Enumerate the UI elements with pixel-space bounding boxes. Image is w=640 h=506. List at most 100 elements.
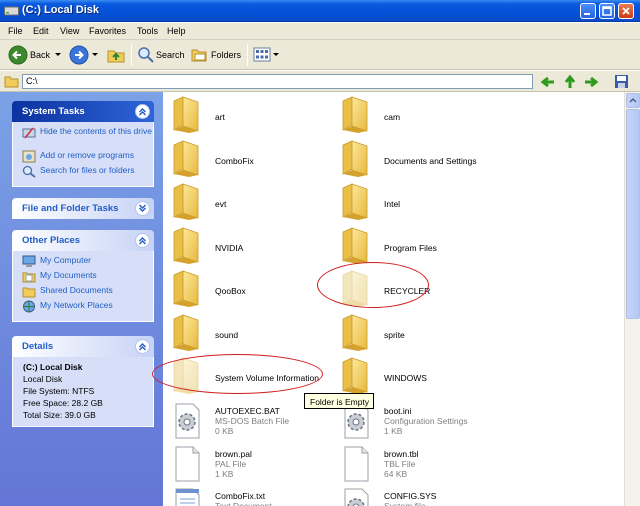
system-tasks-header[interactable]: System Tasks: [12, 101, 154, 122]
scroll-thumb[interactable]: [626, 109, 640, 319]
details-file-system: File System: NTFS: [23, 386, 95, 396]
forward-arrow-icon: [69, 45, 89, 65]
folder-icon: [170, 139, 204, 177]
file-folder-tasks-title: File and Folder Tasks: [22, 203, 119, 214]
maximize-button[interactable]: [599, 3, 615, 19]
folder-item[interactable]: Documents and Settings: [339, 139, 509, 179]
folder-icon: [339, 182, 373, 220]
back-label: Back: [30, 50, 51, 60]
collapse-chevron-icon[interactable]: [135, 233, 150, 248]
views-icon: [253, 47, 271, 62]
shared-documents-icon: [22, 287, 36, 298]
chevron-up-icon: [629, 97, 637, 103]
file-item[interactable]: CONFIG.SYS System file: [339, 487, 509, 506]
search-button[interactable]: Search: [135, 43, 185, 67]
address-bar: C:\: [0, 71, 640, 92]
system-tasks-title: System Tasks: [22, 106, 85, 117]
folder-icon: [339, 226, 373, 264]
collapse-chevron-icon[interactable]: [135, 339, 150, 354]
vertical-scrollbar[interactable]: [624, 92, 640, 506]
folder-icon: [4, 76, 19, 88]
chevron-down-icon[interactable]: [273, 53, 279, 57]
menu-tools[interactable]: Tools: [137, 26, 158, 36]
folder-item[interactable]: Intel: [339, 182, 509, 222]
folder-item[interactable]: cam: [339, 95, 509, 135]
task-hide-contents[interactable]: Hide the contents of this drive: [13, 126, 153, 150]
chevron-down-icon[interactable]: [55, 53, 61, 57]
menu-view[interactable]: View: [60, 26, 79, 36]
place-my-computer[interactable]: My Computer: [13, 255, 153, 270]
back-button[interactable]: Back: [6, 43, 66, 67]
details-header[interactable]: Details: [12, 336, 154, 357]
network-places-icon: [23, 300, 35, 313]
system-file-icon: [339, 487, 373, 506]
folder-icon: [339, 95, 373, 133]
hide-drive-icon: [22, 127, 36, 139]
expand-chevron-icon[interactable]: [135, 201, 150, 216]
menu-bar: File Edit View Favorites Tools Help: [0, 23, 640, 40]
file-item[interactable]: brown.tbl TBL File 64 KB: [339, 445, 509, 485]
toolbar: Back Search Folders: [0, 40, 640, 70]
task-add-remove-programs[interactable]: Add or remove programs: [13, 150, 153, 165]
folder-icon: [170, 226, 204, 264]
place-my-network-places[interactable]: My Network Places: [13, 300, 153, 315]
annotation-circle-recycler: [317, 262, 429, 308]
place-shared-documents[interactable]: Shared Documents: [13, 285, 153, 300]
menu-favorites[interactable]: Favorites: [89, 26, 126, 36]
up-folder-icon: [107, 50, 125, 63]
folders-icon: [191, 49, 207, 62]
back-arrow-icon[interactable]: [540, 74, 556, 90]
folders-button[interactable]: Folders: [189, 43, 245, 67]
folder-item[interactable]: ComboFix: [170, 139, 340, 179]
folder-item[interactable]: sound: [170, 313, 340, 353]
task-search-files[interactable]: Search for files or folders: [13, 165, 153, 180]
folder-icon: [170, 269, 204, 307]
folder-item[interactable]: QooBox: [170, 269, 340, 309]
place-my-documents[interactable]: My Documents: [13, 270, 153, 285]
folder-icon: [339, 356, 373, 394]
address-input[interactable]: C:\: [22, 74, 533, 89]
up-folder-button[interactable]: [104, 43, 128, 67]
scroll-up-button[interactable]: [626, 93, 640, 108]
folder-item[interactable]: WINDOWS: [339, 356, 509, 396]
folder-icon: [170, 313, 204, 351]
annotation-circle-system-volume: [152, 354, 323, 394]
folder-item[interactable]: evt: [170, 182, 340, 222]
minimize-button[interactable]: [580, 3, 596, 19]
my-documents-icon: [22, 272, 36, 283]
title-bar[interactable]: (C:) Local Disk: [0, 0, 640, 22]
folder-item[interactable]: Program Files: [339, 226, 509, 266]
file-icon: [170, 445, 204, 483]
folder-icon: [339, 313, 373, 351]
menu-file[interactable]: File: [8, 26, 23, 36]
details-type: Local Disk: [23, 374, 63, 384]
up-arrow-icon[interactable]: [562, 74, 578, 90]
folder-item[interactable]: sprite: [339, 313, 509, 353]
menu-edit[interactable]: Edit: [33, 26, 49, 36]
folder-item[interactable]: art: [170, 95, 340, 135]
file-folder-tasks-header[interactable]: File and Folder Tasks: [12, 198, 154, 219]
forward-button[interactable]: [67, 43, 101, 67]
details-title: Details: [22, 341, 54, 352]
close-button[interactable]: [618, 3, 634, 19]
collapse-chevron-icon[interactable]: [135, 104, 150, 119]
search-icon: [22, 165, 36, 178]
views-button[interactable]: [251, 43, 281, 67]
maximize-icon: [602, 6, 612, 16]
folder-item[interactable]: NVIDIA: [170, 226, 340, 266]
other-places-header[interactable]: Other Places: [12, 230, 154, 251]
window-title: (C:) Local Disk: [22, 4, 100, 16]
file-icon: [339, 445, 373, 483]
file-item[interactable]: ComboFix.txt Text Document: [170, 487, 340, 506]
menu-help[interactable]: Help: [167, 26, 186, 36]
local-disk-icon: [4, 6, 19, 16]
other-places-panel: Other Places My Computer My Documents Sh…: [12, 230, 154, 322]
my-computer-icon: [22, 255, 36, 267]
save-icon[interactable]: [614, 74, 629, 89]
task-pane: System Tasks Hide the contents of this d…: [0, 92, 163, 506]
forward-arrow-icon[interactable]: [583, 74, 599, 90]
details-total-size: Total Size: 39.0 GB: [23, 410, 96, 420]
chevron-down-icon[interactable]: [92, 53, 98, 57]
details-name: (C:) Local Disk: [23, 362, 83, 372]
file-item[interactable]: brown.pal PAL File 1 KB: [170, 445, 340, 485]
